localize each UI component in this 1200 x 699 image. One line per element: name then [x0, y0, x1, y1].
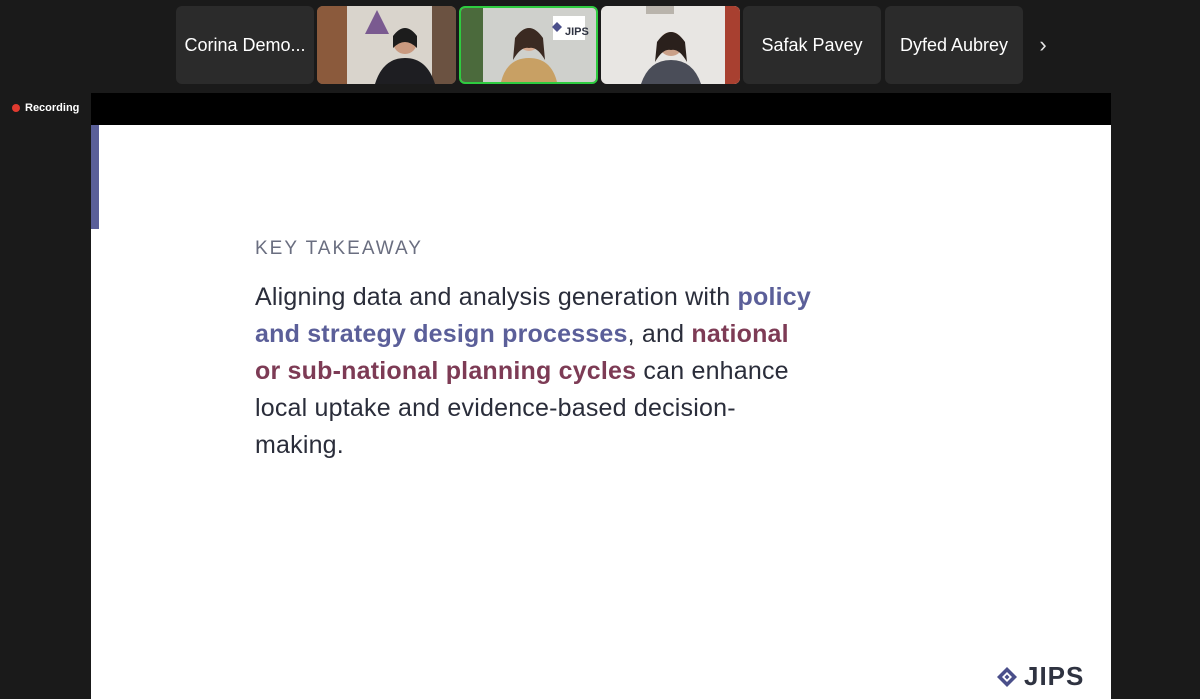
participant-video [317, 6, 456, 84]
participant-video-tile-active[interactable]: JIPS [459, 6, 598, 84]
body-text: Aligning data and analysis generation wi… [255, 283, 738, 311]
jips-logo-text: JIPS [1024, 661, 1085, 691]
recording-dot-icon [12, 104, 20, 112]
participant-tile-dyfed[interactable]: Dyfed Aubrey [885, 6, 1023, 84]
recording-indicator: Recording [12, 102, 79, 114]
participant-video: JIPS [461, 8, 596, 82]
participant-name: Safak Pavey [761, 34, 863, 55]
participant-name: Corina Demo... [184, 34, 306, 55]
slide-label: KEY TAKEAWAY [255, 238, 423, 259]
participant-tile-safak[interactable]: Safak Pavey [743, 6, 881, 84]
jips-logo: JIPS [996, 661, 1084, 692]
body-text: , and [627, 320, 692, 348]
participant-video-tile[interactable] [317, 6, 456, 84]
recording-label: Recording [25, 102, 80, 114]
jips-tile-logo: JIPS [565, 26, 589, 38]
participant-video-tile[interactable] [601, 6, 740, 84]
meeting-window: Corina Demo... JIPS Safak Pavey Dyfed Au… [0, 0, 1200, 699]
participant-tile-corina[interactable]: Corina Demo... [176, 6, 314, 84]
participant-video [601, 6, 740, 84]
slide-body-text: Aligning data and analysis generation wi… [255, 279, 815, 464]
participant-name: Dyfed Aubrey [899, 34, 1009, 55]
chevron-right-icon: › [1039, 32, 1047, 57]
slide-accent-bar [91, 125, 99, 229]
presentation-slide: KEY TAKEAWAY Aligning data and analysis … [91, 125, 1111, 699]
jips-diamond-icon [997, 666, 1017, 687]
next-participants-button[interactable]: › [1030, 30, 1056, 60]
shared-screen: KEY TAKEAWAY Aligning data and analysis … [91, 93, 1111, 699]
